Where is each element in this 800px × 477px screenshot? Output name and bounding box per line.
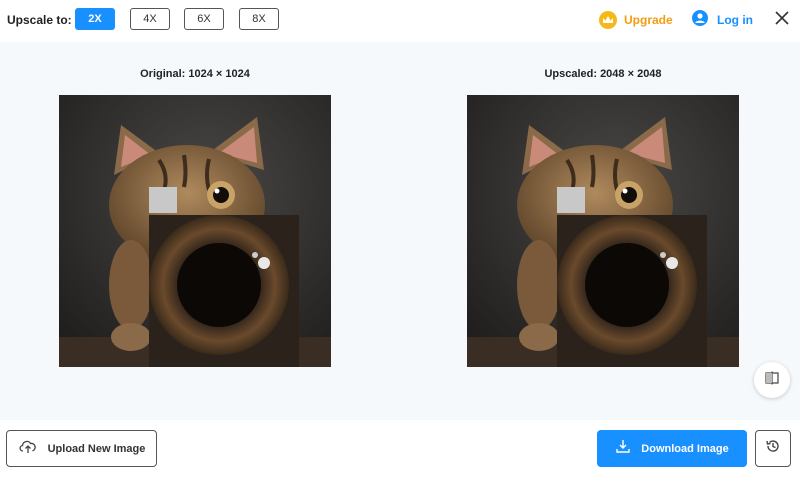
cloud-upload-icon — [18, 438, 38, 459]
upscaler-app: Upscale to: 2X 4X 6X 8X Upgrade Log in O… — [0, 0, 800, 477]
download-image-button[interactable]: Download Image — [597, 430, 747, 467]
original-image — [59, 95, 331, 367]
split-compare-icon — [765, 371, 779, 390]
history-button[interactable] — [755, 430, 791, 467]
scale-8x-button[interactable]: 8X — [239, 8, 279, 30]
upscaled-image — [467, 95, 739, 367]
upscaled-caption: Upscaled: 2048 × 2048 — [544, 68, 662, 80]
compare-view-button[interactable] — [754, 362, 790, 398]
top-toolbar: Upscale to: 2X 4X 6X 8X Upgrade Log in — [0, 0, 800, 42]
upgrade-button[interactable]: Upgrade — [599, 10, 673, 30]
original-caption: Original: 1024 × 1024 — [140, 68, 250, 80]
login-label: Log in — [717, 13, 753, 27]
close-icon — [775, 10, 789, 30]
crown-icon — [599, 11, 617, 29]
scale-6x-button[interactable]: 6X — [184, 8, 224, 30]
upgrade-label: Upgrade — [624, 13, 673, 27]
upload-label: Upload New Image — [47, 442, 146, 455]
scale-4x-button[interactable]: 4X — [130, 8, 170, 30]
preview-area: Original: 1024 × 1024 Upscaled: 2048 × 2… — [0, 42, 800, 420]
scale-2x-button[interactable]: 2X — [75, 8, 115, 30]
bottom-action-bar: Upload New Image Download Image — [0, 420, 800, 477]
history-icon — [765, 438, 781, 459]
close-button[interactable] — [772, 10, 792, 30]
download-icon — [615, 438, 631, 459]
download-label: Download Image — [641, 442, 729, 455]
upscale-label: Upscale to: — [7, 13, 72, 27]
login-button[interactable]: Log in — [692, 9, 753, 31]
upload-new-image-button[interactable]: Upload New Image — [6, 430, 157, 467]
user-icon — [692, 9, 708, 31]
